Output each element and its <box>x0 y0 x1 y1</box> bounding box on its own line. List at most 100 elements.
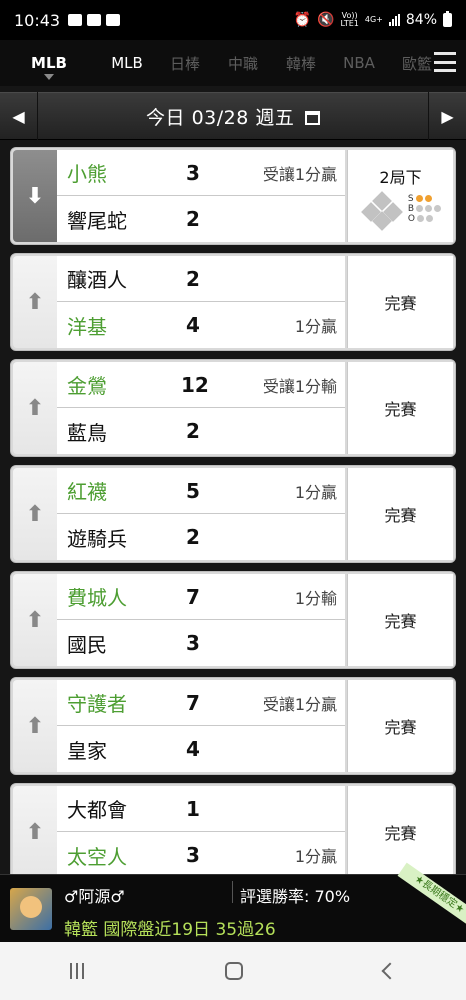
tab-label: 韓棒 <box>285 54 316 73</box>
tab-kbo[interactable]: 韓棒 <box>272 53 330 74</box>
game-status-live: 2局下 S B O <box>347 150 453 242</box>
game-card[interactable]: ⬆ 金鶯 12 受讓1分輸 藍鳥 2 完賽 <box>10 359 456 457</box>
strike-dot <box>424 195 432 202</box>
team-score: 3 <box>186 160 200 185</box>
out-dot <box>426 215 433 222</box>
team-name: 紅襪 <box>67 480 107 504</box>
game-card[interactable]: ⬆ 紅襪 5 1分贏 遊騎兵 2 完賽 <box>10 465 456 563</box>
sport-tabs: MLB MLB 日棒 中職 韓棒 NBA 歐籃 <box>0 40 466 86</box>
game-status: 完賽 <box>347 256 453 348</box>
out-label: O <box>407 214 415 224</box>
odds-result: 1分贏 <box>294 482 337 502</box>
team-row: 守護者 7 受讓1分贏 <box>57 680 345 726</box>
team-row: 大都會 1 <box>57 786 345 832</box>
expand-toggle[interactable]: ⬆ <box>13 256 57 348</box>
sbo-count: S B O <box>407 194 442 224</box>
inning-label: 2局下 <box>379 168 422 187</box>
prev-day-button[interactable]: ◀ <box>0 92 38 140</box>
game-card[interactable]: ⬆ 費城人 7 1分輸 國民 3 完賽 <box>10 571 456 669</box>
menu-icon[interactable] <box>434 52 456 72</box>
tab-npb[interactable]: 日棒 <box>156 53 214 74</box>
tab-nba[interactable]: NBA <box>330 54 388 72</box>
tab-mlb-active[interactable]: MLB <box>0 54 98 80</box>
team-score: 3 <box>186 631 200 655</box>
team-name: 大都會 <box>67 798 127 822</box>
recent-apps-icon[interactable] <box>70 963 85 979</box>
team-row: 遊騎兵 2 <box>57 514 345 560</box>
next-day-button[interactable]: ▶ <box>428 92 466 140</box>
team-name: 小熊 <box>67 162 107 186</box>
tab-label: NBA <box>343 54 375 72</box>
battery-icon <box>443 11 452 27</box>
expand-toggle[interactable]: ⬆ <box>13 362 57 454</box>
game-list: ⬇ 小熊 3 受讓1分贏 響尾蛇 2 2局下 S B O ⬆ 釀酒人 2 洋基 … <box>10 147 456 889</box>
game-card[interactable]: ⬆ 守護者 7 受讓1分贏 皇家 4 完賽 <box>10 677 456 775</box>
team-score: 2 <box>186 525 200 549</box>
game-status: 完賽 <box>347 468 453 560</box>
team-name: 藍鳥 <box>67 420 107 445</box>
strike-label: S <box>407 194 414 204</box>
odds-result: 受讓1分輸 <box>262 376 337 396</box>
team-score: 5 <box>186 478 200 503</box>
game-card[interactable]: ⬆ 釀酒人 2 洋基 4 1分贏 完賽 <box>10 253 456 351</box>
team-row: 金鶯 12 受讓1分輸 <box>57 362 345 408</box>
team-name: 金鶯 <box>67 374 107 398</box>
ball-label: B <box>407 204 415 214</box>
team-row: 費城人 7 1分輸 <box>57 574 345 620</box>
tipster-record: 韓籃 國際盤近19日 35過26 <box>64 920 276 940</box>
arrow-up-icon: ⬆ <box>25 395 45 421</box>
game-rows: 大都會 1 太空人 3 1分贏 <box>57 786 345 878</box>
game-rows: 紅襪 5 1分贏 遊騎兵 2 <box>57 468 345 560</box>
team-name: 釀酒人 <box>67 268 127 292</box>
team-score: 1 <box>186 796 200 821</box>
team-score: 2 <box>186 266 200 291</box>
team-row: 響尾蛇 2 <box>57 196 345 242</box>
odds-result: 1分輸 <box>294 588 337 608</box>
expand-toggle[interactable]: ⬆ <box>13 574 57 666</box>
game-rows: 守護者 7 受讓1分贏 皇家 4 <box>57 680 345 772</box>
calendar-icon <box>304 110 320 125</box>
team-score: 12 <box>181 372 209 397</box>
arrow-up-icon: ⬆ <box>25 607 45 633</box>
gallery-icon <box>68 14 83 26</box>
bases-diamond-icon <box>360 191 404 231</box>
date-selector[interactable]: 今日 03/28 週五 <box>38 103 428 130</box>
status-right: ⏰ 🔇 Vo)) LTE1 4G+ 84% <box>294 11 452 28</box>
strike-dot <box>415 195 423 202</box>
volte-indicator: Vo)) LTE1 <box>340 12 358 28</box>
tab-mlb[interactable]: MLB <box>98 54 156 72</box>
game-rows: 小熊 3 受讓1分贏 響尾蛇 2 <box>57 150 345 242</box>
back-icon[interactable] <box>381 962 399 980</box>
app-root: 10:43 ⏰ 🔇 Vo)) LTE1 4G+ 84% MLB MLB 日棒 中… <box>0 0 466 1000</box>
odds-result: 受讓1分贏 <box>262 164 337 184</box>
team-score: 4 <box>186 313 200 337</box>
expand-toggle[interactable]: ⬆ <box>13 786 57 878</box>
tab-label: 歐籃 <box>401 54 432 73</box>
collapse-toggle[interactable]: ⬇ <box>13 150 57 242</box>
team-score: 7 <box>186 584 200 609</box>
team-score: 4 <box>186 737 200 761</box>
game-status: 完賽 <box>347 680 453 772</box>
team-row: 皇家 4 <box>57 726 345 772</box>
date-bar: ◀ 今日 03/28 週五 ▶ <box>0 92 466 140</box>
tab-cpbl[interactable]: 中職 <box>214 53 272 74</box>
game-status: 完賽 <box>347 574 453 666</box>
game-card[interactable]: ⬇ 小熊 3 受讓1分贏 響尾蛇 2 2局下 S B O <box>10 147 456 245</box>
arrow-down-icon: ⬇ <box>25 183 45 209</box>
expand-toggle[interactable]: ⬆ <box>13 468 57 560</box>
battery-percent: 84% <box>405 12 437 28</box>
game-card[interactable]: ⬆ 大都會 1 太空人 3 1分贏 完賽 <box>10 783 456 881</box>
team-row: 太空人 3 1分贏 <box>57 832 345 878</box>
team-name: 國民 <box>67 632 107 657</box>
team-score: 2 <box>186 207 200 231</box>
tipster-banner[interactable]: ♂阿源♂ 評選勝率: 70% 韓籃 國際盤近19日 35過26 ★長期穩定★ <box>0 862 466 942</box>
expand-toggle[interactable]: ⬆ <box>13 680 57 772</box>
game-status: 完賽 <box>347 362 453 454</box>
ball-dot <box>425 205 433 212</box>
game-status: 完賽 <box>347 786 453 878</box>
team-name: 遊騎兵 <box>67 526 127 551</box>
team-row: 洋基 4 1分贏 <box>57 302 345 348</box>
tab-label: 日棒 <box>169 54 200 73</box>
team-score: 7 <box>186 690 200 715</box>
home-icon[interactable] <box>224 962 243 980</box>
